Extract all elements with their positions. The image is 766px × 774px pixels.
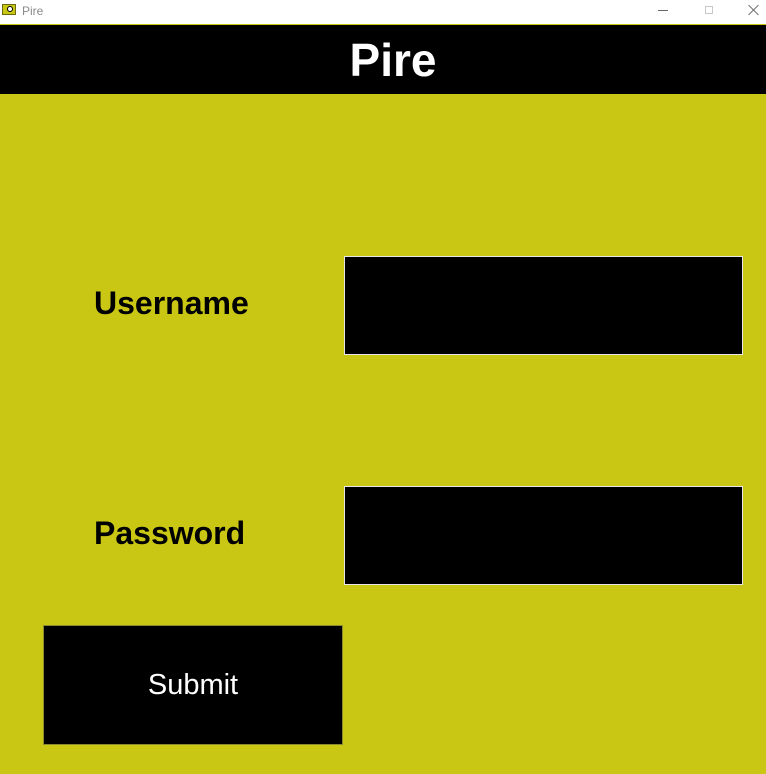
submit-button[interactable]: Submit	[43, 625, 343, 745]
password-input[interactable]	[344, 486, 743, 585]
username-label: Username	[94, 285, 249, 321]
maximize-button[interactable]	[686, 0, 732, 20]
maximize-icon	[705, 6, 713, 14]
app-icon	[2, 4, 16, 15]
minimize-icon	[658, 9, 668, 11]
username-input[interactable]	[344, 256, 743, 355]
app-window: Pire Pire Username Password Submit	[0, 0, 766, 774]
page-title: Pire	[349, 33, 437, 86]
minimize-button[interactable]	[640, 0, 686, 20]
window-title: Pire	[22, 4, 44, 18]
close-icon	[748, 4, 760, 16]
title-bar[interactable]: Pire	[0, 0, 766, 24]
header-banner: Pire	[0, 25, 766, 94]
password-label: Password	[94, 515, 246, 551]
close-button[interactable]	[731, 0, 766, 20]
